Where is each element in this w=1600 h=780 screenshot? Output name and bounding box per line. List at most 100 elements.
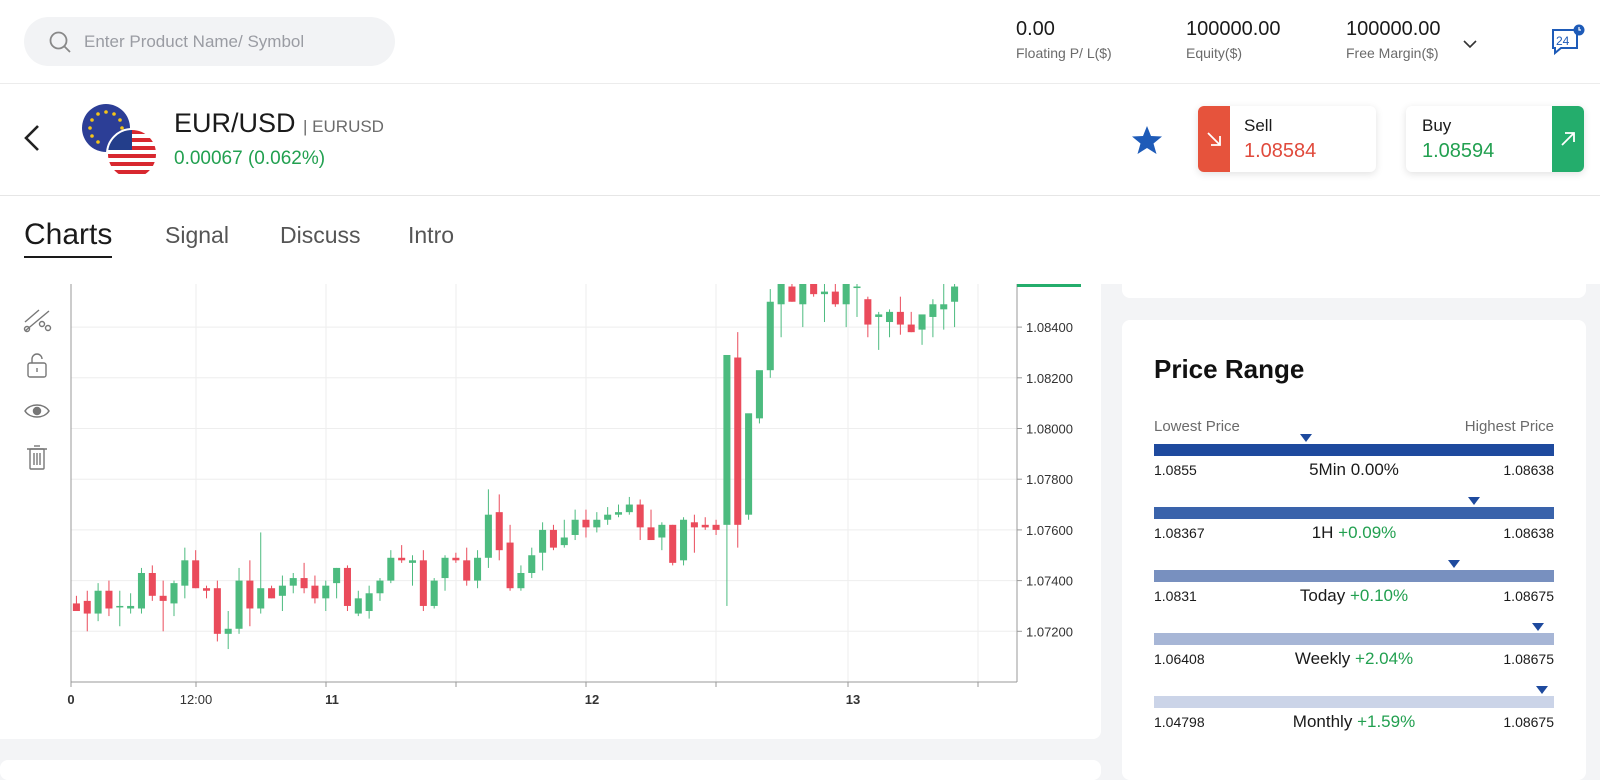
chat-support-icon[interactable]: 24 <box>1550 24 1586 58</box>
candle-body <box>137 572 145 609</box>
tab-intro[interactable]: Intro <box>408 222 454 249</box>
pair-symbol: | EURUSD <box>303 117 384 136</box>
candle-body <box>896 311 904 325</box>
range-period-label: Monthly <box>1292 712 1353 731</box>
candle-body <box>387 557 395 581</box>
candle-body <box>940 304 948 310</box>
range-bar <box>1154 633 1554 645</box>
candle-body <box>300 578 308 589</box>
product-title: EUR/USD | EURUSD <box>174 108 384 139</box>
range-period: Monthly +1.59% <box>1154 712 1554 732</box>
range-change: +2.04% <box>1355 649 1414 668</box>
candle-body <box>333 567 341 584</box>
back-arrow-icon[interactable] <box>18 120 48 156</box>
candle-body <box>278 585 286 596</box>
candle-body <box>181 560 189 586</box>
candle-body <box>875 314 883 317</box>
tab-signal[interactable]: Signal <box>165 222 229 249</box>
side-panel-top <box>1122 270 1586 298</box>
buy-price: 1.08594 <box>1422 140 1495 162</box>
candle-body <box>419 560 427 606</box>
candle-body <box>474 557 482 581</box>
candle-body <box>810 284 818 295</box>
equity-label: Equity($) <box>1186 45 1243 61</box>
buy-label: Buy <box>1422 116 1452 135</box>
y-tick-label: 1.08200 <box>1026 371 1073 386</box>
candle-body <box>517 572 525 589</box>
candle-body <box>430 580 438 606</box>
candle-body <box>83 600 91 614</box>
sell-button[interactable]: Sell 1.08584 <box>1198 106 1376 172</box>
candle-body <box>484 514 492 558</box>
candle-body <box>322 585 330 599</box>
price-change: 0.00067 (0.062%) <box>174 148 326 169</box>
favorite-star-icon[interactable] <box>1131 124 1163 156</box>
range-period-label: Today <box>1299 586 1346 605</box>
candle-body <box>376 580 384 594</box>
floating-pl: 0.00 Floating P/ L($) <box>1016 18 1112 61</box>
candle-body <box>745 413 753 515</box>
candle-body <box>755 370 763 419</box>
search-box[interactable] <box>24 17 395 66</box>
range-period-label: Weekly <box>1294 649 1351 668</box>
range-period-label: 5Min <box>1309 460 1346 479</box>
candle-body <box>864 299 872 325</box>
price-range-row: 1.0855 5Min 0.00% 1.08638 <box>1154 432 1554 482</box>
chevron-down-icon[interactable] <box>1460 34 1480 54</box>
sell-arrow-icon <box>1198 106 1230 172</box>
candle-body <box>820 291 829 295</box>
candle-body <box>690 522 698 528</box>
buy-arrow-icon <box>1552 106 1584 172</box>
search-input[interactable] <box>84 31 384 52</box>
price-range-title: Price Range <box>1154 354 1305 384</box>
candle-body <box>842 284 850 305</box>
candlestick-chart[interactable]: 1.08400 1.08200 1.08000 1.07800 1.07600 1.074… <box>0 284 1101 704</box>
candle-body <box>604 514 612 520</box>
candle-body <box>788 286 796 302</box>
candle-body <box>159 595 167 601</box>
candle-body <box>918 314 926 330</box>
candle-body <box>614 512 623 515</box>
buy-button[interactable]: Buy 1.08594 <box>1406 106 1584 172</box>
candle-body <box>625 504 633 513</box>
pair-name: EUR/USD <box>174 108 296 138</box>
candle-body <box>658 524 666 538</box>
range-bar <box>1154 696 1554 708</box>
candle-body <box>246 580 254 609</box>
range-marker-icon <box>1300 434 1312 442</box>
candle-body <box>831 291 839 305</box>
candle-body <box>311 585 319 599</box>
x-tick-label: 13 <box>846 692 860 704</box>
y-tick-label: 1.08000 <box>1026 421 1073 436</box>
price-range-panel: Price Range Lowest Price Highest Price 1… <box>1122 320 1586 780</box>
candle-body <box>636 504 644 528</box>
x-tick-label: 12:00 <box>180 692 213 704</box>
candle-body <box>506 542 514 589</box>
candle-body <box>593 519 601 528</box>
range-change: +1.59% <box>1357 712 1416 731</box>
floating-pl-label: Floating P/ L($) <box>1016 45 1112 61</box>
y-tick-label: 1.08400 <box>1026 320 1073 335</box>
candle-body <box>463 560 471 581</box>
candle-body <box>257 588 265 609</box>
floating-pl-value: 0.00 <box>1016 18 1055 40</box>
candle-body <box>799 284 807 305</box>
candle-body <box>105 590 113 609</box>
tab-discuss[interactable]: Discuss <box>280 222 361 249</box>
tab-charts[interactable]: Charts <box>24 218 113 258</box>
free-margin-label: Free Margin($) <box>1346 45 1439 61</box>
candle-body <box>766 301 774 371</box>
y-tick-label: 1.07200 <box>1026 624 1073 639</box>
candle-body <box>398 557 406 561</box>
candle-body <box>268 588 276 599</box>
range-bar <box>1154 444 1554 456</box>
candle-body <box>116 605 124 608</box>
x-tick-label: 0 <box>67 692 74 704</box>
candle-body <box>680 519 688 561</box>
range-period: Today +0.10% <box>1154 586 1554 606</box>
search-icon <box>49 31 71 53</box>
candle-body <box>929 304 937 317</box>
candle-body <box>224 628 232 634</box>
candle-body <box>647 527 655 541</box>
y-tick-label: 1.07600 <box>1026 523 1073 538</box>
